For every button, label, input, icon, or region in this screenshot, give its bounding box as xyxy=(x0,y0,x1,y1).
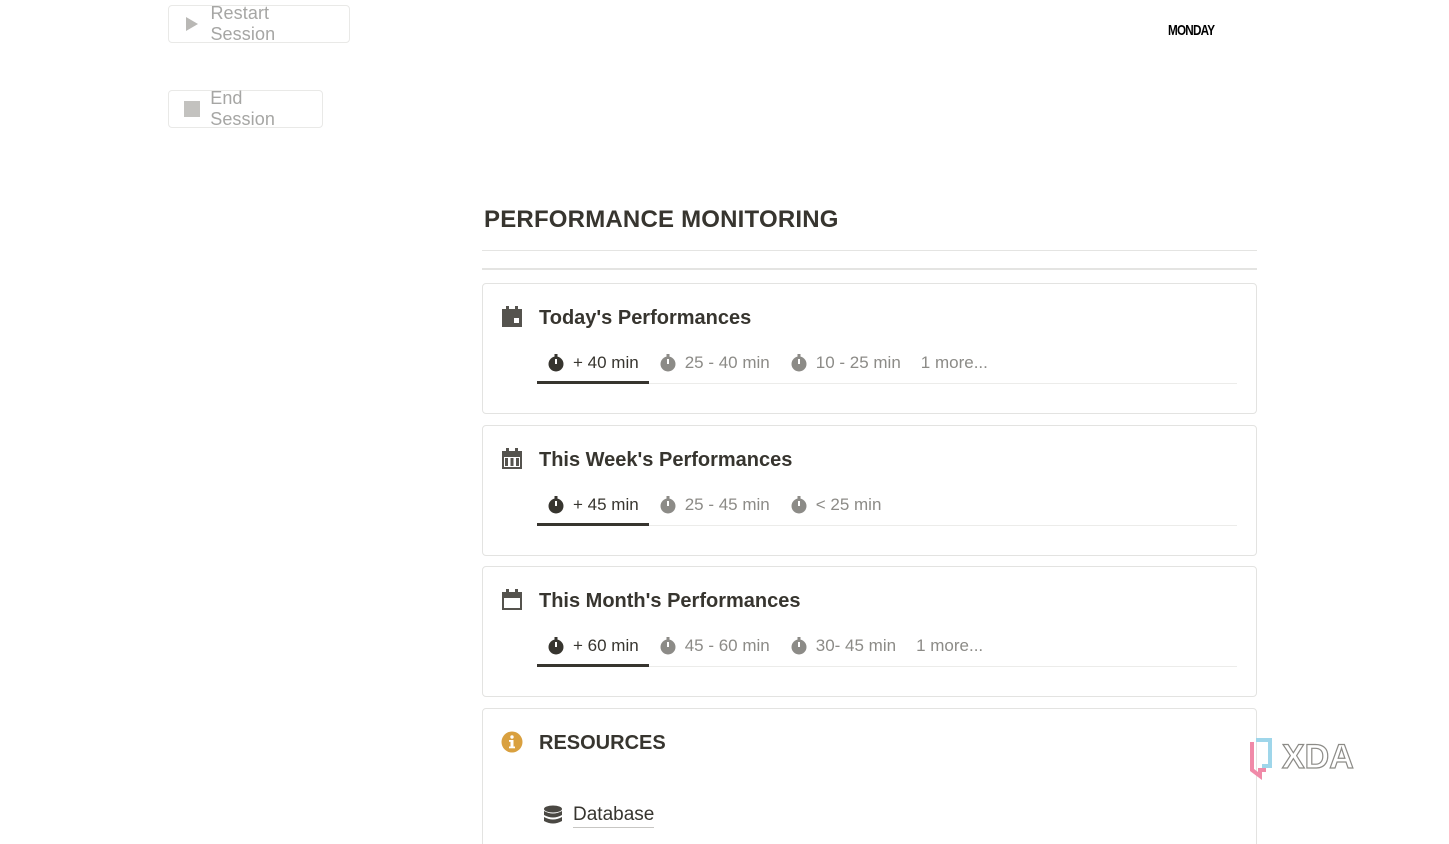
stopwatch-icon xyxy=(659,637,677,655)
stopwatch-icon xyxy=(547,495,565,514)
tab-week-under-25[interactable]: < 25 min xyxy=(780,486,892,524)
tab-label: < 25 min xyxy=(815,495,882,514)
today-tabs: + 40 min 25 - 40 min 10 - 25 min 1 more.… xyxy=(537,344,1237,384)
tab-week-25-45[interactable]: 25 - 45 min xyxy=(649,486,780,524)
end-session-label: End Session xyxy=(210,88,275,129)
tab-label: 45 - 60 min xyxy=(684,636,770,655)
calendar-week-icon xyxy=(501,448,523,470)
month-performances-card: This Month's Performances + 60 min 45 - … xyxy=(482,566,1257,697)
tab-today-40-plus[interactable]: + 40 min xyxy=(537,344,649,384)
stopwatch-icon xyxy=(659,354,677,372)
stopwatch-icon xyxy=(547,353,565,372)
resources-title: RESOURCES xyxy=(539,732,666,754)
divider xyxy=(482,268,1257,270)
month-tabs: + 60 min 45 - 60 min 30- 45 min 1 more..… xyxy=(537,627,1237,667)
tab-week-45-plus[interactable]: + 45 min xyxy=(537,486,649,526)
stopwatch-icon xyxy=(790,354,808,372)
xda-watermark-logo: XDA xyxy=(1248,736,1388,780)
tab-label: 30- 45 min xyxy=(815,636,897,655)
tab-label: + 40 min xyxy=(573,352,639,372)
restart-session-button[interactable]: Restart Session xyxy=(168,3,350,44)
page-title: PERFORMANCE MONITORING xyxy=(484,206,839,233)
tab-label: + 45 min xyxy=(573,494,639,514)
tab-label: 25 - 40 min xyxy=(684,353,770,372)
stopwatch-icon xyxy=(790,496,808,514)
stopwatch-icon xyxy=(659,496,677,514)
week-performances-card: This Week's Performances + 45 min 25 - 4… xyxy=(482,425,1257,556)
stop-icon xyxy=(183,100,200,118)
tab-month-45-60[interactable]: 45 - 60 min xyxy=(649,627,780,665)
week-tabs: + 45 min 25 - 45 min < 25 min xyxy=(537,486,1237,526)
tab-today-10-25[interactable]: 10 - 25 min xyxy=(780,344,911,382)
tab-more-label: 1 more... xyxy=(916,636,984,655)
tab-label: + 60 min xyxy=(573,635,639,655)
divider xyxy=(482,250,1257,251)
calendar-month-icon xyxy=(501,589,523,611)
resources-card: RESOURCES Database xyxy=(482,708,1257,844)
database-label: Database xyxy=(573,803,655,828)
end-session-button[interactable]: End Session xyxy=(168,88,323,129)
svg-text:XDA: XDA xyxy=(1282,738,1354,776)
calendar-today-icon xyxy=(501,306,523,328)
tab-month-more[interactable]: 1 more... xyxy=(906,627,993,665)
database-link[interactable]: Database xyxy=(543,803,655,828)
today-performances-card: Today's Performances + 40 min 25 - 40 mi… xyxy=(482,283,1257,414)
stopwatch-icon xyxy=(790,637,808,655)
stopwatch-icon xyxy=(547,636,565,655)
tab-more-label: 1 more... xyxy=(920,353,988,372)
restart-session-label: Restart Session xyxy=(210,3,276,44)
month-card-title: This Month's Performances xyxy=(539,590,801,612)
play-icon xyxy=(183,15,200,33)
day-label: MONDAY xyxy=(1168,22,1215,39)
tab-label: 10 - 25 min xyxy=(815,353,901,372)
tab-label: 25 - 45 min xyxy=(684,495,770,514)
week-card-title: This Week's Performances xyxy=(539,449,793,471)
info-icon xyxy=(501,731,523,753)
tab-month-60-plus[interactable]: + 60 min xyxy=(537,627,649,667)
tab-month-30-45[interactable]: 30- 45 min xyxy=(780,627,906,665)
today-card-title: Today's Performances xyxy=(539,307,752,329)
tab-today-more[interactable]: 1 more... xyxy=(911,344,998,382)
database-icon xyxy=(543,805,563,827)
tab-today-25-40[interactable]: 25 - 40 min xyxy=(649,344,780,382)
